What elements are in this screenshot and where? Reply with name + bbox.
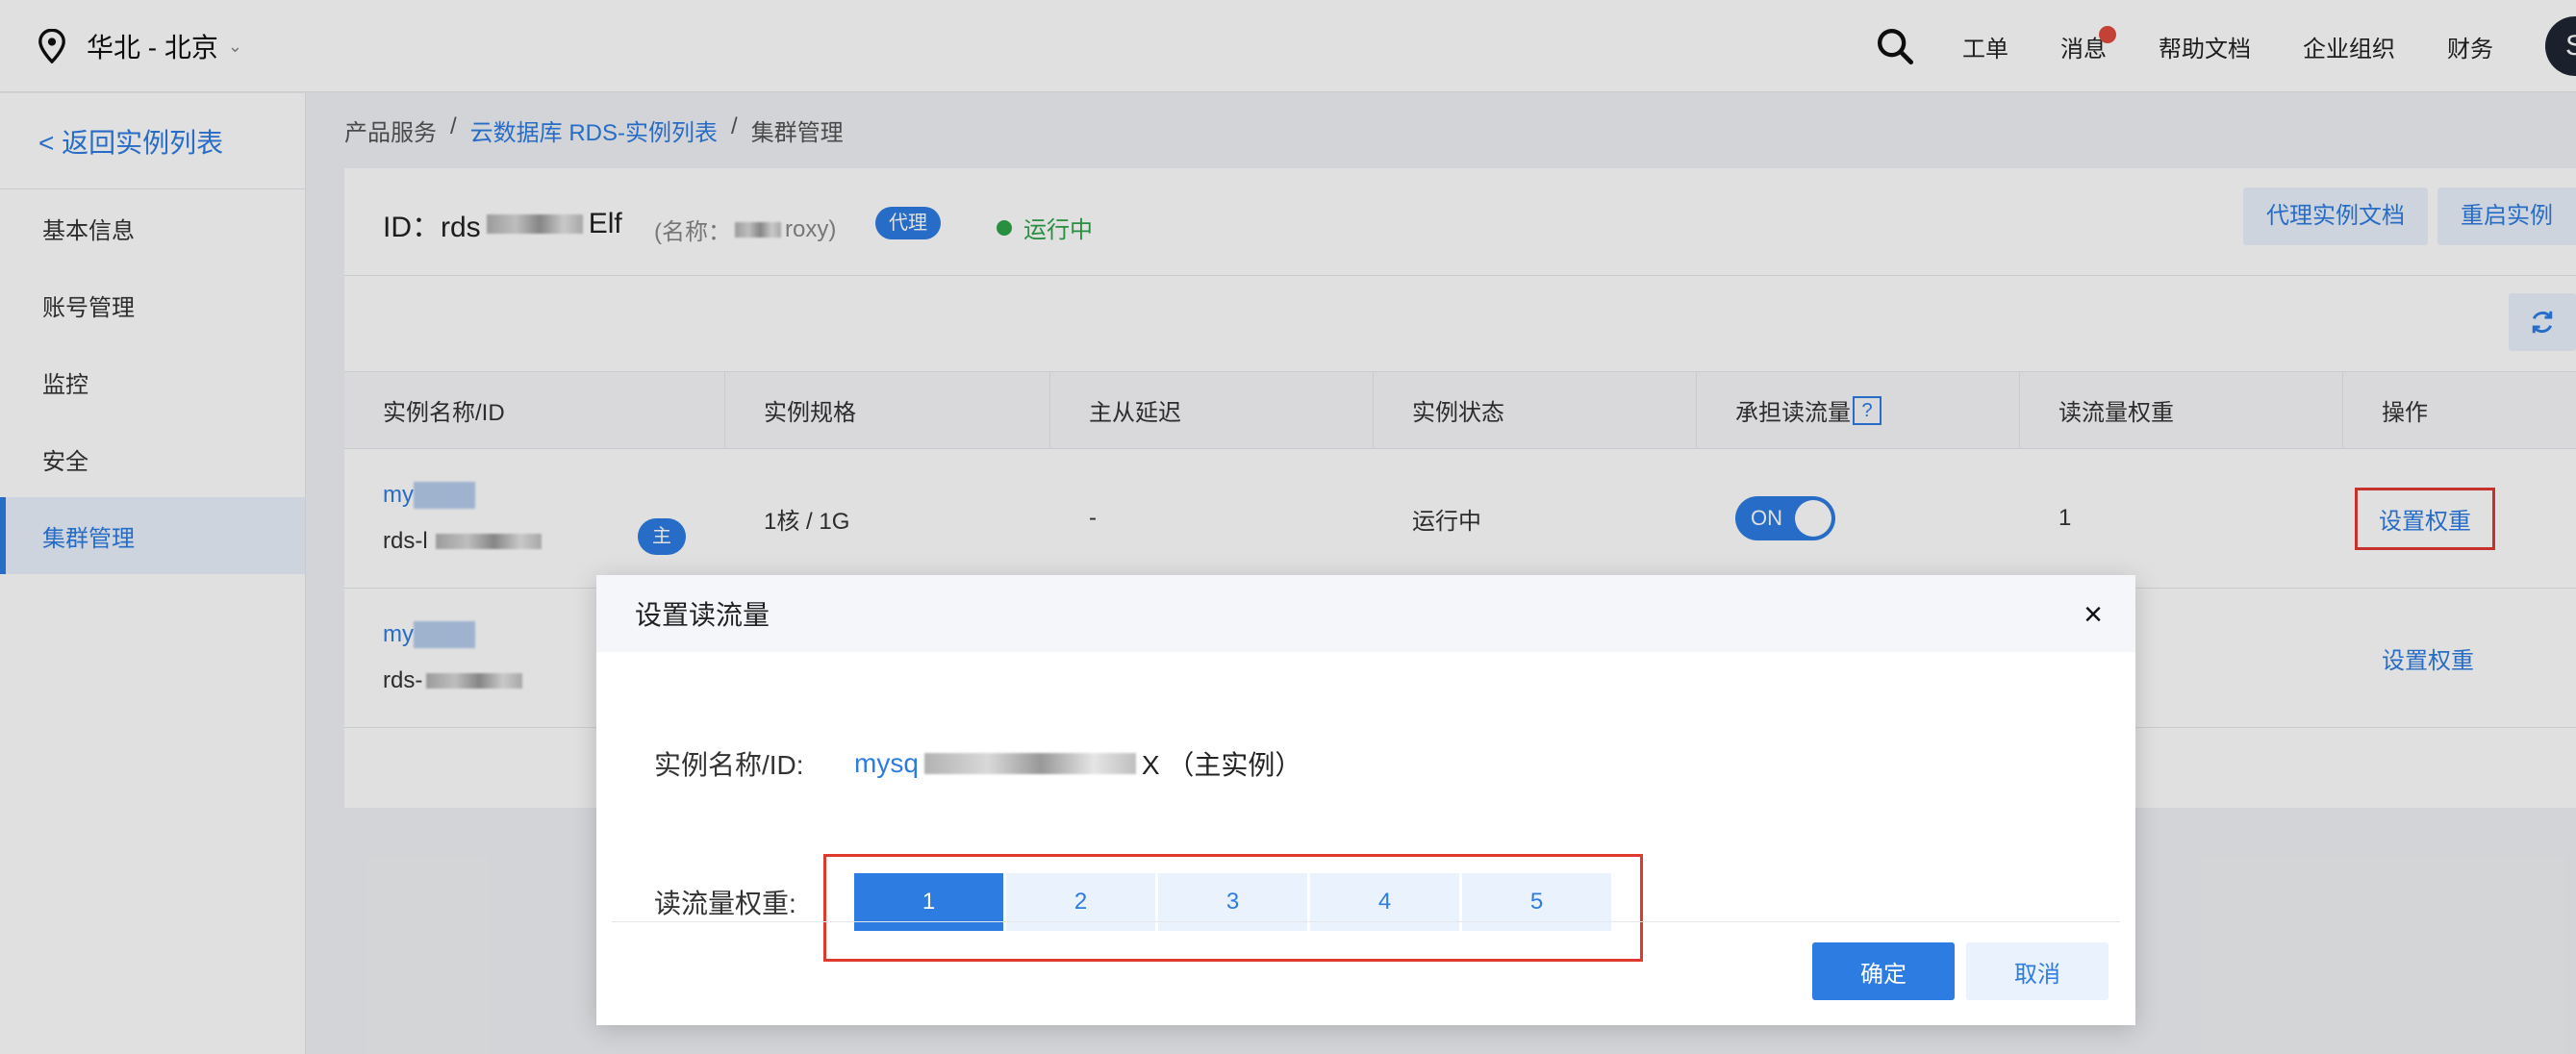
set-read-traffic-dialog: 设置读流量 × 实例名称/ID: mysq X （主实例） 读流量权重: 1 2…	[596, 575, 2135, 1025]
dialog-instance-suffix: X （主实例）	[1141, 750, 1302, 780]
weight-option-1[interactable]: 1	[854, 873, 1003, 931]
dialog-title: 设置读流量	[635, 600, 770, 630]
dialog-instance-name[interactable]: mysq	[854, 748, 919, 779]
weight-option-4[interactable]: 4	[1310, 873, 1459, 931]
dialog-instance-value: mysq X （主实例）	[854, 744, 1301, 783]
instance-label: 实例名称/ID:	[654, 750, 804, 780]
dialog-body: 实例名称/ID: mysq X （主实例） 读流量权重: 1 2 3 4 5	[596, 652, 2135, 962]
weight-selector: 1 2 3 4 5	[854, 873, 1611, 931]
dialog-header: 设置读流量 ×	[596, 575, 2135, 652]
close-icon[interactable]: ×	[2084, 596, 2103, 634]
weight-label: 读流量权重:	[654, 889, 796, 918]
weight-option-3[interactable]: 3	[1158, 873, 1307, 931]
dialog-divider	[612, 921, 2120, 922]
weight-option-5[interactable]: 5	[1462, 873, 1611, 931]
redacted-text	[923, 753, 1136, 774]
weight-option-2[interactable]: 2	[1006, 873, 1155, 931]
cancel-button[interactable]: 取消	[1966, 942, 2109, 1000]
confirm-button[interactable]: 确定	[1812, 942, 1955, 1000]
